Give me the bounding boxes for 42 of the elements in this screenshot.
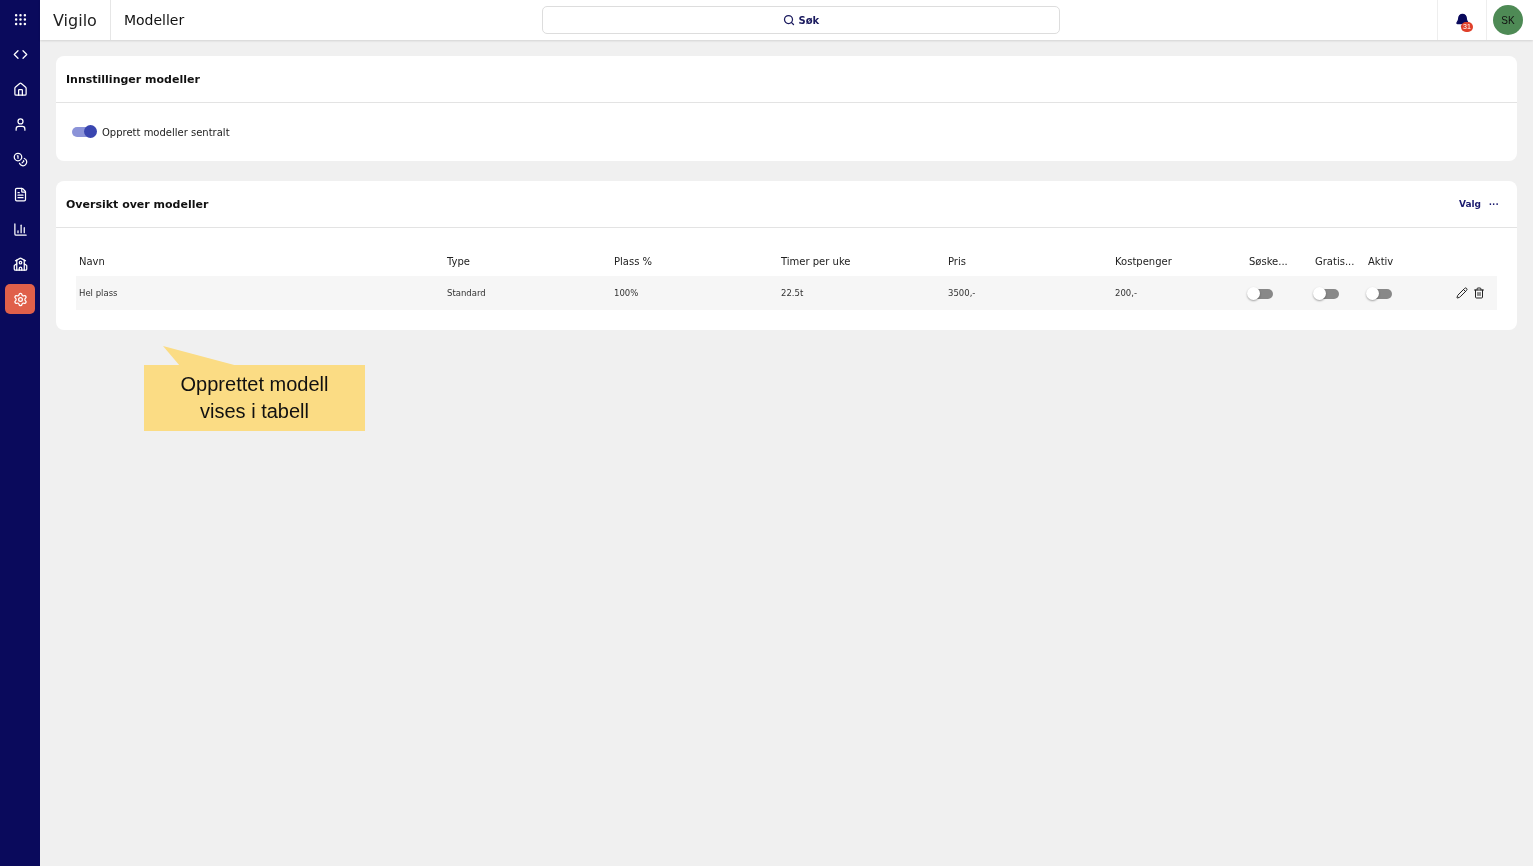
home-icon	[12, 81, 28, 97]
user-avatar[interactable]: SK	[1493, 5, 1523, 35]
search-field[interactable]: Søk	[541, 6, 1060, 34]
column-header: Gratis...	[1315, 255, 1356, 267]
sidebar-item-active[interactable]	[5, 284, 35, 314]
toggle-switch[interactable]	[1368, 288, 1392, 299]
toggle-label: Opprett modeller sentralt	[102, 126, 230, 138]
column-header: Søske...	[1249, 255, 1289, 267]
more-button[interactable]: ···	[1489, 198, 1499, 210]
settings-icon	[12, 291, 28, 307]
coins-icon	[12, 151, 28, 167]
toggle-switch[interactable]	[1249, 288, 1273, 299]
options-link[interactable]: Valg	[1458, 199, 1481, 209]
column-header: Kostpenger	[1115, 255, 1173, 267]
page-title: Modeller	[122, 12, 186, 28]
app-logo: Vigilo	[40, 0, 111, 40]
person-icon	[12, 116, 28, 132]
document-icon	[12, 186, 28, 202]
table-cell-text: 3500,-	[948, 288, 977, 298]
card-title: Innstillinger modeller	[66, 72, 201, 86]
table-cell-text: Hel plass	[79, 288, 119, 298]
bar-chart-icon	[12, 221, 28, 237]
pencil-icon	[1456, 287, 1468, 299]
toggle-switch[interactable]	[72, 127, 96, 137]
edit-button[interactable]	[1456, 287, 1468, 299]
table-cell-text: Standard	[447, 288, 487, 298]
column-header: Plass %	[614, 255, 654, 267]
column-header: Navn	[79, 255, 106, 267]
column-header: Aktiv	[1368, 255, 1395, 267]
table-cell-text: 22.5t	[781, 288, 805, 298]
delete-button[interactable]	[1473, 287, 1485, 299]
card-title: Oversikt over modeller	[66, 197, 210, 211]
building-icon	[12, 256, 28, 272]
trash-icon	[1473, 287, 1485, 299]
search-icon	[782, 14, 795, 26]
column-header: Timer per uke	[781, 255, 852, 267]
toggle-switch[interactable]	[1315, 288, 1339, 299]
column-header: Type	[447, 255, 471, 267]
column-header: Pris	[948, 255, 967, 267]
table-cell-text: 200,-	[1115, 288, 1138, 298]
apps-grid-icon	[12, 11, 28, 27]
table-cell-text: 100%	[614, 288, 640, 298]
